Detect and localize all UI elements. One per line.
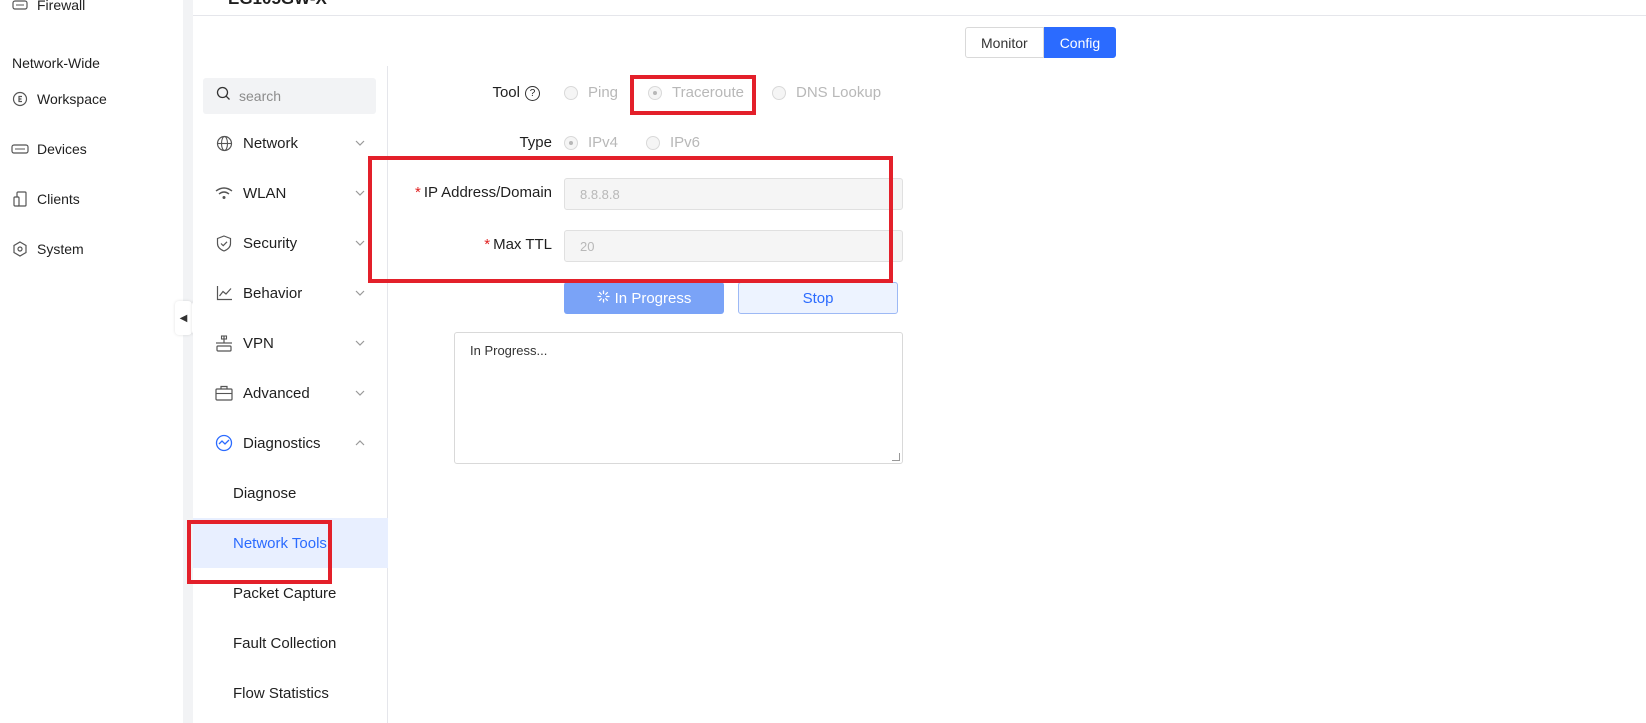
loading-spinner-icon — [596, 289, 610, 307]
chevron-down-icon — [354, 186, 368, 200]
tool-option-dns-lookup[interactable]: DNS Lookup — [772, 84, 881, 101]
sidebar-subitem-diagnose[interactable]: Diagnose — [193, 468, 388, 518]
sidebar-item-label: VPN — [243, 334, 274, 352]
ip-address-field[interactable]: 8.8.8.8 — [564, 178, 903, 210]
radio-label: DNS Lookup — [796, 84, 882, 101]
workspace-icon — [11, 90, 29, 108]
shield-icon — [215, 234, 233, 252]
output-text: In Progress... — [470, 343, 548, 358]
sidebar-subitem-network-tools[interactable]: Network Tools — [193, 518, 388, 568]
sidebar-subitem-fault-collection[interactable]: Fault Collection — [193, 618, 388, 668]
global-nav-clients[interactable]: Clients — [11, 190, 80, 208]
sidebar-divider — [183, 0, 193, 723]
global-sidebar: Firewall Network-Wide Workspace Devices … — [0, 0, 183, 723]
type-option-ipv6[interactable]: IPv6 — [646, 134, 700, 151]
radio-icon — [646, 135, 660, 150]
radio-icon — [772, 85, 786, 100]
global-nav-workspace[interactable]: Workspace — [11, 90, 107, 108]
resize-handle-icon[interactable] — [892, 453, 900, 461]
sidebar-item-vpn[interactable]: VPN — [193, 318, 388, 368]
wifi-icon — [215, 184, 233, 202]
required-marker: * — [415, 184, 421, 201]
radio-checked-icon — [564, 135, 578, 150]
sidebar-item-label: Behavior — [243, 284, 303, 302]
radio-label: Ping — [588, 84, 619, 101]
diagnostics-icon — [215, 434, 233, 452]
global-nav-label: Firewall — [37, 0, 86, 13]
chevron-down-icon — [354, 336, 368, 350]
radio-label: Traceroute — [672, 84, 744, 101]
in-progress-label: In Progress — [614, 289, 692, 307]
tool-label: Tool — [492, 84, 520, 101]
radio-icon — [564, 85, 578, 100]
global-nav-system[interactable]: System — [11, 240, 84, 258]
global-nav-label: System — [37, 241, 84, 257]
system-icon — [11, 240, 29, 258]
mode-switch: Monitor Config — [965, 27, 1117, 58]
sidebar-item-label: Network — [243, 134, 299, 152]
radio-label: IPv4 — [588, 134, 619, 151]
stop-button[interactable]: Stop — [738, 282, 898, 314]
global-nav-firewall[interactable]: Firewall — [11, 0, 85, 14]
tool-option-ping[interactable]: Ping — [564, 84, 618, 101]
chevron-down-icon — [354, 386, 368, 400]
chevron-down-icon — [354, 236, 368, 250]
global-nav-devices[interactable]: Devices — [11, 140, 87, 158]
sidebar-item-advanced[interactable]: Advanced — [193, 368, 388, 418]
global-nav-label: Clients — [37, 191, 80, 207]
chevron-down-icon — [354, 136, 368, 150]
max-ttl-label-row: * Max TTL — [380, 236, 552, 253]
clients-icon — [11, 190, 29, 208]
sidebar-item-diagnostics[interactable]: Diagnostics — [193, 418, 388, 468]
collapse-left-icon[interactable]: ◀ — [175, 301, 192, 335]
sidebar-item-behavior[interactable]: Behavior — [193, 268, 388, 318]
global-nav-label: Devices — [37, 141, 87, 157]
type-label: Type — [519, 134, 552, 151]
sidebar-item-label: Security — [243, 234, 298, 252]
sidebar-item-label: Diagnostics — [243, 434, 321, 452]
sidebar-item-network[interactable]: Network — [193, 118, 388, 168]
radio-checked-icon — [648, 85, 662, 100]
sidebar-item-label: Advanced — [243, 384, 310, 402]
output-textarea[interactable]: In Progress... — [454, 332, 903, 464]
help-icon[interactable]: ? — [525, 85, 540, 101]
required-marker: * — [484, 236, 491, 253]
monitor-button[interactable]: Monitor — [965, 27, 1044, 58]
page-title: EG105GW-X — [228, 0, 327, 9]
max-ttl-field[interactable]: 20 — [564, 230, 903, 262]
header-divider — [193, 15, 1646, 16]
search-box[interactable] — [203, 78, 376, 114]
config-button[interactable]: Config — [1043, 27, 1117, 58]
ip-address-label: IP Address/Domain — [423, 184, 552, 201]
in-progress-button[interactable]: In Progress — [564, 282, 724, 314]
global-nav-label: Workspace — [37, 91, 107, 107]
search-icon — [216, 86, 231, 106]
config-sidebar: Network WLAN Security Behavior VPN Advan — [193, 66, 388, 723]
chevron-down-icon — [354, 286, 368, 300]
ip-address-label-row: * IP Address/Domain — [380, 184, 552, 201]
sidebar-subitem-flow-statistics[interactable]: Flow Statistics — [193, 668, 388, 718]
chevron-up-icon — [354, 436, 368, 450]
chart-icon — [215, 284, 233, 302]
highlight-target-fields — [368, 156, 893, 283]
toolbox-icon — [215, 384, 233, 402]
radio-label: IPv6 — [670, 134, 701, 151]
globe-icon — [215, 134, 233, 152]
sidebar-item-label: WLAN — [243, 184, 287, 202]
firewall-icon — [11, 0, 29, 14]
section-label: Network-Wide — [12, 55, 100, 71]
type-option-ipv4[interactable]: IPv4 — [564, 134, 618, 151]
max-ttl-label: Max TTL — [493, 236, 552, 253]
sidebar-item-wlan[interactable]: WLAN — [193, 168, 388, 218]
tool-label-row: Tool? — [480, 84, 540, 101]
vpn-icon — [215, 334, 233, 352]
sidebar-item-security[interactable]: Security — [193, 218, 388, 268]
tool-option-traceroute[interactable]: Traceroute — [648, 84, 744, 101]
devices-icon — [11, 140, 29, 158]
sidebar-subitem-packet-capture[interactable]: Packet Capture — [193, 568, 388, 618]
search-input[interactable] — [239, 88, 359, 104]
